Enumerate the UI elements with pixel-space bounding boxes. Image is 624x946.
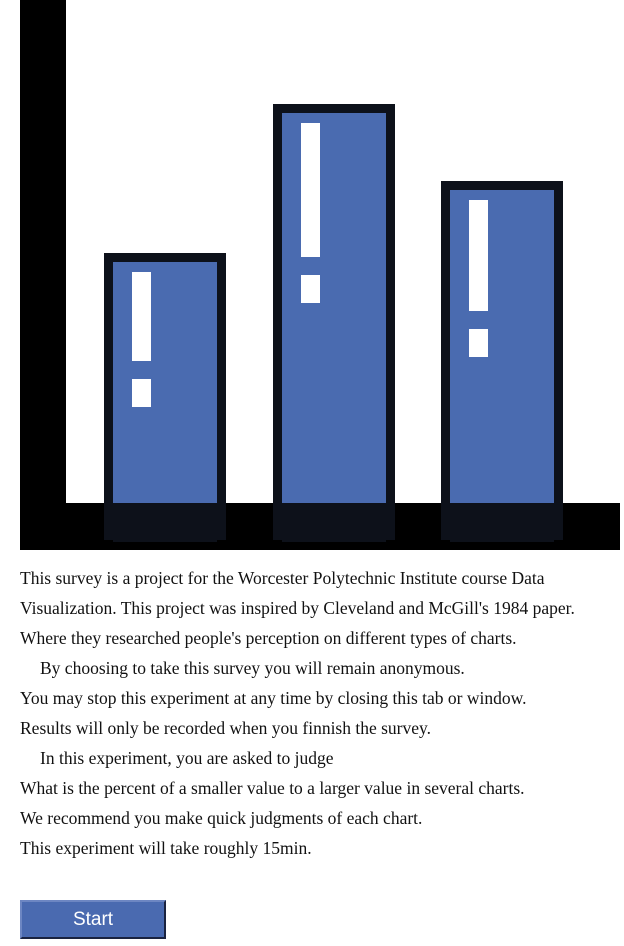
logo-y-axis [20, 0, 66, 550]
bar-chart-logo [20, 0, 620, 550]
stop-notice: You may stop this experiment at any time… [20, 688, 527, 708]
logo-bar [113, 262, 217, 503]
intro-paragraph: This survey is a project for the Worcest… [20, 568, 575, 648]
logo-exclamation-stem [469, 200, 488, 311]
logo-exclamation-dot [469, 329, 488, 357]
question-instruction: What is the percent of a smaller value t… [20, 778, 525, 798]
duration-notice: This experiment will take roughly 15min. [20, 838, 312, 858]
logo-bar-foot [113, 512, 217, 542]
logo-exclamation-stem [132, 272, 151, 361]
recommend-instruction: We recommend you make quick judgments of… [20, 808, 423, 828]
start-button[interactable]: Start [20, 900, 166, 939]
survey-intro: This survey is a project for the Worcest… [20, 563, 616, 863]
logo-bar [450, 190, 554, 503]
bar-chart-exclamation-icon [20, 0, 620, 550]
logo-bar [282, 113, 386, 503]
logo-exclamation-dot [301, 275, 320, 303]
judge-instruction: In this experiment, you are asked to jud… [40, 748, 334, 768]
anonymous-notice: By choosing to take this survey you will… [40, 658, 465, 678]
logo-bar-foot [282, 512, 386, 542]
logo-exclamation-dot [132, 379, 151, 407]
results-notice: Results will only be recorded when you f… [20, 718, 432, 738]
logo-bar-foot [450, 512, 554, 542]
logo-exclamation-stem [301, 123, 320, 257]
